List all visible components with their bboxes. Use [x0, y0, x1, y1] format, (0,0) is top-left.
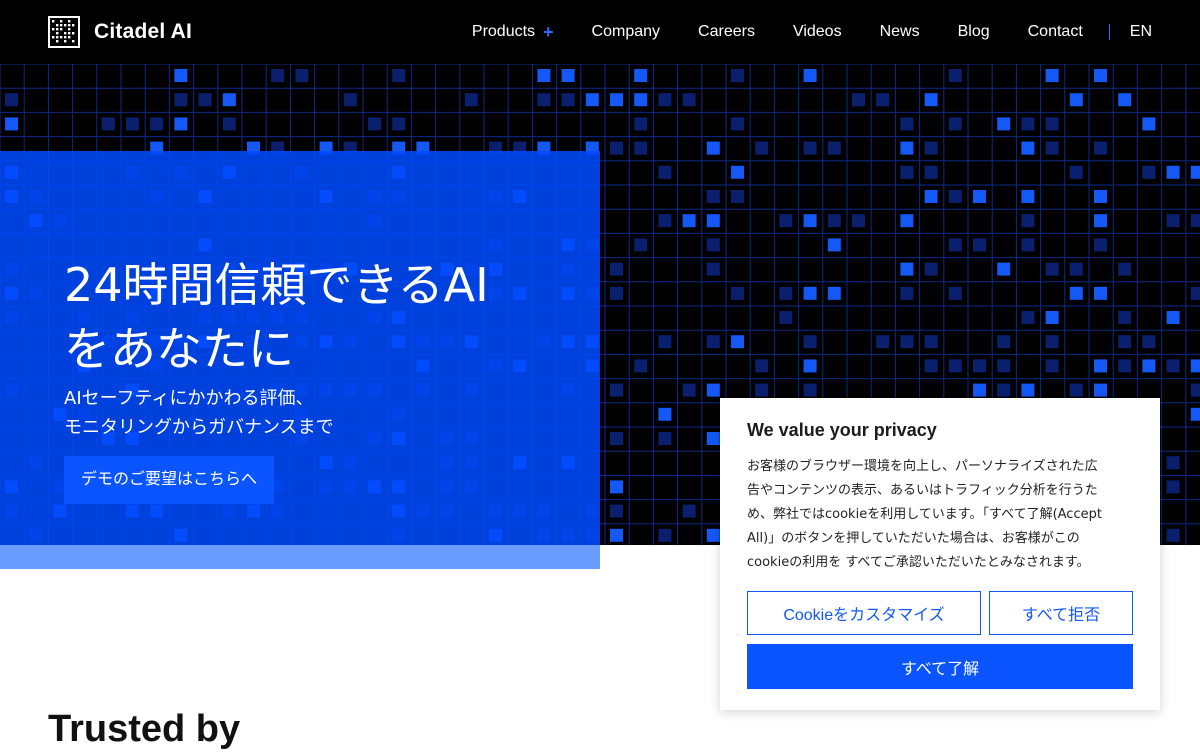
nav-divider — [1108, 24, 1110, 40]
nav-products-label: Products — [471, 23, 536, 40]
nav-contact[interactable]: Contact — [1028, 23, 1083, 41]
customize-cookies-button[interactable]: Cookieをカスタマイズ — [747, 591, 981, 635]
demo-request-button[interactable]: デモのご要望はこちらへ — [64, 456, 275, 504]
cookie-body-line: め、弊社ではcookieを利用しています。「すべて了解(Accept — [747, 507, 1102, 522]
hero-title-line: をあなたに — [64, 321, 294, 376]
cookie-title: We value your privacy — [747, 420, 937, 440]
nav-blog[interactable]: Blog — [958, 23, 990, 41]
accept-all-button[interactable]: すべて了解 — [747, 644, 1133, 689]
main-nav: Products + Company Careers Videos News B… — [472, 0, 1152, 64]
brand-name: Citadel AI — [94, 20, 193, 43]
hero-accent-strip — [0, 545, 600, 569]
hero-title-line: 24時間信頼できるAI — [64, 257, 489, 312]
nav-company[interactable]: Company — [592, 23, 660, 41]
cookie-body: お客様のブラウザー環境を向上し、パーソナライズされた広 告やコンテンツの表示、あ… — [747, 455, 1137, 575]
site-header: Citadel AI Products + Company Careers Vi… — [0, 0, 1200, 64]
nav-products[interactable]: Products + — [472, 23, 554, 41]
nav-careers[interactable]: Careers — [698, 23, 755, 41]
cookie-body-line: お客様のブラウザー環境を向上し、パーソナライズされた広 — [747, 459, 1098, 474]
brand-logo[interactable]: Citadel AI — [48, 16, 192, 48]
cookie-body-line: cookieの利用を すべてご承認いただいたとみなされます。 — [747, 555, 1090, 570]
grid-logo-icon — [48, 16, 80, 48]
trusted-by-heading: Trusted by — [48, 707, 241, 750]
nav-videos[interactable]: Videos — [793, 23, 842, 41]
cookie-banner: We value your privacy お客様のブラウザー環境を向上し、パー… — [720, 398, 1160, 710]
reject-all-button[interactable]: すべて拒否 — [989, 591, 1133, 635]
hero-title: 24時間信頼できるAI をあなたに — [64, 253, 584, 381]
hero-subtitle-line: モニタリングからガバナンスまで — [64, 417, 334, 438]
hero-subtitle-line: AIセーフティにかかわる評価、 — [64, 388, 314, 409]
plus-icon: + — [543, 22, 554, 42]
language-switch[interactable]: EN — [1130, 23, 1152, 41]
cookie-body-line: All)」のボタンを押していただいた場合は、お客様がこの — [747, 531, 1080, 546]
cookie-body-line: 告やコンテンツの表示、あるいはトラフィック分析を行うた — [747, 483, 1098, 498]
hero-subtitle: AIセーフティにかかわる評価、 モニタリングからガバナンスまで — [64, 384, 584, 442]
nav-news[interactable]: News — [880, 23, 920, 41]
